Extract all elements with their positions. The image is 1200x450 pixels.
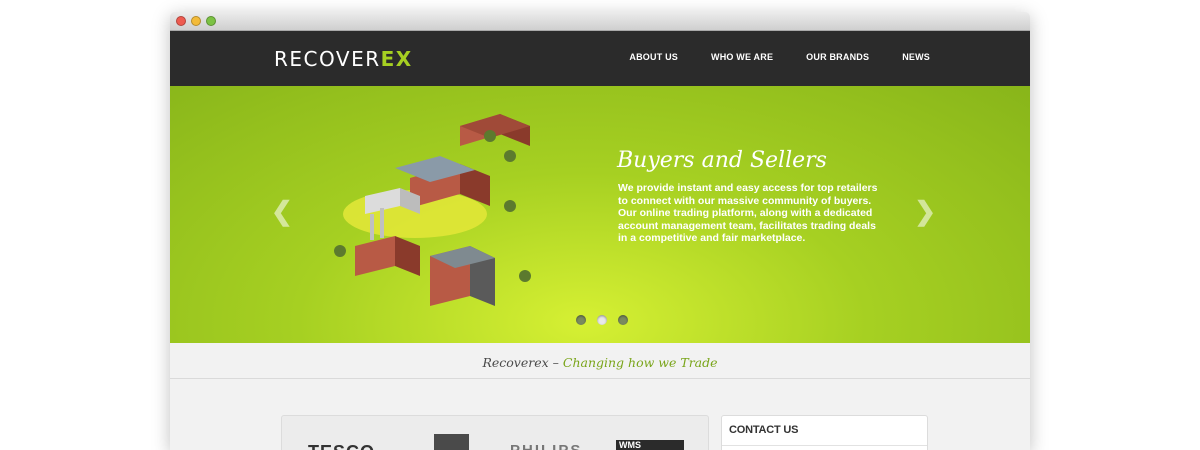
brand-logo-wms[interactable]: WMS — [616, 440, 684, 450]
hero-title: Buyers and Sellers — [617, 148, 827, 173]
chevron-left-icon[interactable]: ❮ — [271, 196, 293, 227]
main-nav: ABOUT US WHO WE ARE OUR BRANDS NEWS — [629, 52, 930, 62]
chevron-right-icon[interactable]: ❯ — [914, 196, 936, 227]
tagline-bar: Recoverex – Changing how we Trade — [170, 343, 1030, 379]
logo-accent-text: EX — [380, 47, 413, 71]
brands-panel: TESCO PHILIPS WMS — [281, 415, 709, 450]
logo-main-text: RECOVER — [274, 47, 381, 71]
close-window-icon[interactable] — [176, 16, 186, 26]
tagline-slogan: Changing how we Trade — [562, 355, 718, 370]
nav-item-about-us[interactable]: ABOUT US — [629, 52, 678, 62]
hero-description: We provide instant and easy access for t… — [618, 182, 878, 244]
hero-slider: ❮ ❯ Buyers and Sellers We provide instan… — [170, 86, 1030, 343]
browser-window: RECOVEREX ABOUT US WHO WE ARE OUR BRANDS… — [170, 12, 1030, 450]
slider-pagination — [576, 315, 628, 325]
contact-panel: CONTACT US — [721, 415, 928, 450]
slide-dot-3[interactable] — [618, 315, 628, 325]
brand-logo-philips[interactable]: PHILIPS — [510, 442, 582, 450]
window-titlebar — [170, 12, 1030, 31]
tagline-brand: Recoverex – — [482, 355, 563, 370]
nav-item-our-brands[interactable]: OUR BRANDS — [806, 52, 869, 62]
site-header: RECOVEREX ABOUT US WHO WE ARE OUR BRANDS… — [170, 31, 1030, 86]
brand-logo-tesco[interactable]: TESCO — [308, 442, 375, 450]
site-logo[interactable]: RECOVEREX — [274, 47, 413, 71]
slide-dot-1[interactable] — [576, 315, 586, 325]
zoom-window-icon[interactable] — [206, 16, 216, 26]
slide-dot-2[interactable] — [597, 315, 607, 325]
contact-title: CONTACT US — [729, 424, 799, 436]
nav-item-news[interactable]: NEWS — [902, 52, 930, 62]
nav-item-who-we-are[interactable]: WHO WE ARE — [711, 52, 773, 62]
brand-logo-dark-box[interactable] — [434, 434, 469, 450]
minimize-window-icon[interactable] — [191, 16, 201, 26]
lower-section: TESCO PHILIPS WMS CONTACT US — [170, 379, 1030, 450]
factory-illustration — [334, 114, 531, 306]
contact-divider — [722, 445, 927, 446]
